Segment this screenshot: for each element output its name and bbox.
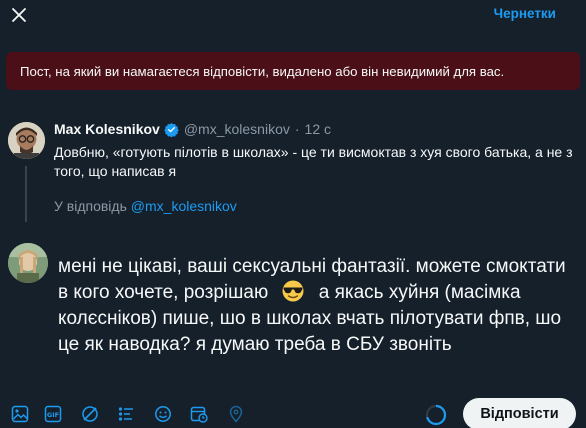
- author-name[interactable]: Max Kolesnikov: [54, 121, 160, 137]
- quoted-post-text: Довбню, «готують пілотів в школах» - це …: [54, 144, 573, 179]
- reply-composer: мені не цікаві, ваші сексуальні фантазії…: [0, 238, 586, 388]
- alert-text: Пост, на який ви намагаєтеся відповісти,…: [20, 63, 505, 79]
- post-time[interactable]: 12 с: [305, 121, 331, 137]
- deleted-post-alert: Пост, на який ви намагаєтеся відповісти,…: [6, 52, 580, 90]
- meta-separator: ·: [294, 121, 300, 137]
- reply-button[interactable]: Відповісти: [463, 398, 576, 428]
- author-handle[interactable]: @mx_kolesnikov: [184, 121, 290, 137]
- svg-text:GIF: GIF: [47, 411, 59, 419]
- composer-toolbar: GIF Відповісти: [0, 398, 586, 428]
- drafts-link[interactable]: Чернетки: [494, 6, 556, 21]
- sunglasses-emoji-icon: [281, 280, 305, 302]
- location-icon[interactable]: [226, 404, 246, 424]
- verified-badge-icon: [164, 122, 179, 137]
- reply-textarea[interactable]: мені не цікаві, ваші сексуальні фантазії…: [58, 254, 568, 358]
- close-icon[interactable]: [8, 4, 30, 26]
- schedule-icon[interactable]: [189, 404, 209, 424]
- avatar[interactable]: [8, 122, 45, 159]
- emoji-icon[interactable]: [153, 404, 173, 424]
- character-count-ring-icon: [425, 404, 447, 426]
- top-bar: Чернетки: [0, 0, 586, 30]
- avatar[interactable]: [8, 243, 48, 283]
- reply-mention-link[interactable]: @mx_kolesnikov: [131, 198, 237, 214]
- post-meta: Max Kolesnikov @mx_kolesnikov · 12 с: [54, 121, 331, 137]
- quoted-post: Max Kolesnikov @mx_kolesnikov · 12 с Дов…: [0, 112, 586, 222]
- thread-line: [25, 166, 27, 222]
- grok-icon[interactable]: [80, 404, 100, 424]
- reply-prefix: У відповідь: [54, 198, 127, 214]
- media-icon[interactable]: [10, 404, 30, 424]
- gif-icon[interactable]: GIF: [43, 404, 63, 424]
- replying-to: У відповідь @mx_kolesnikov: [54, 198, 237, 214]
- poll-icon[interactable]: [116, 404, 136, 424]
